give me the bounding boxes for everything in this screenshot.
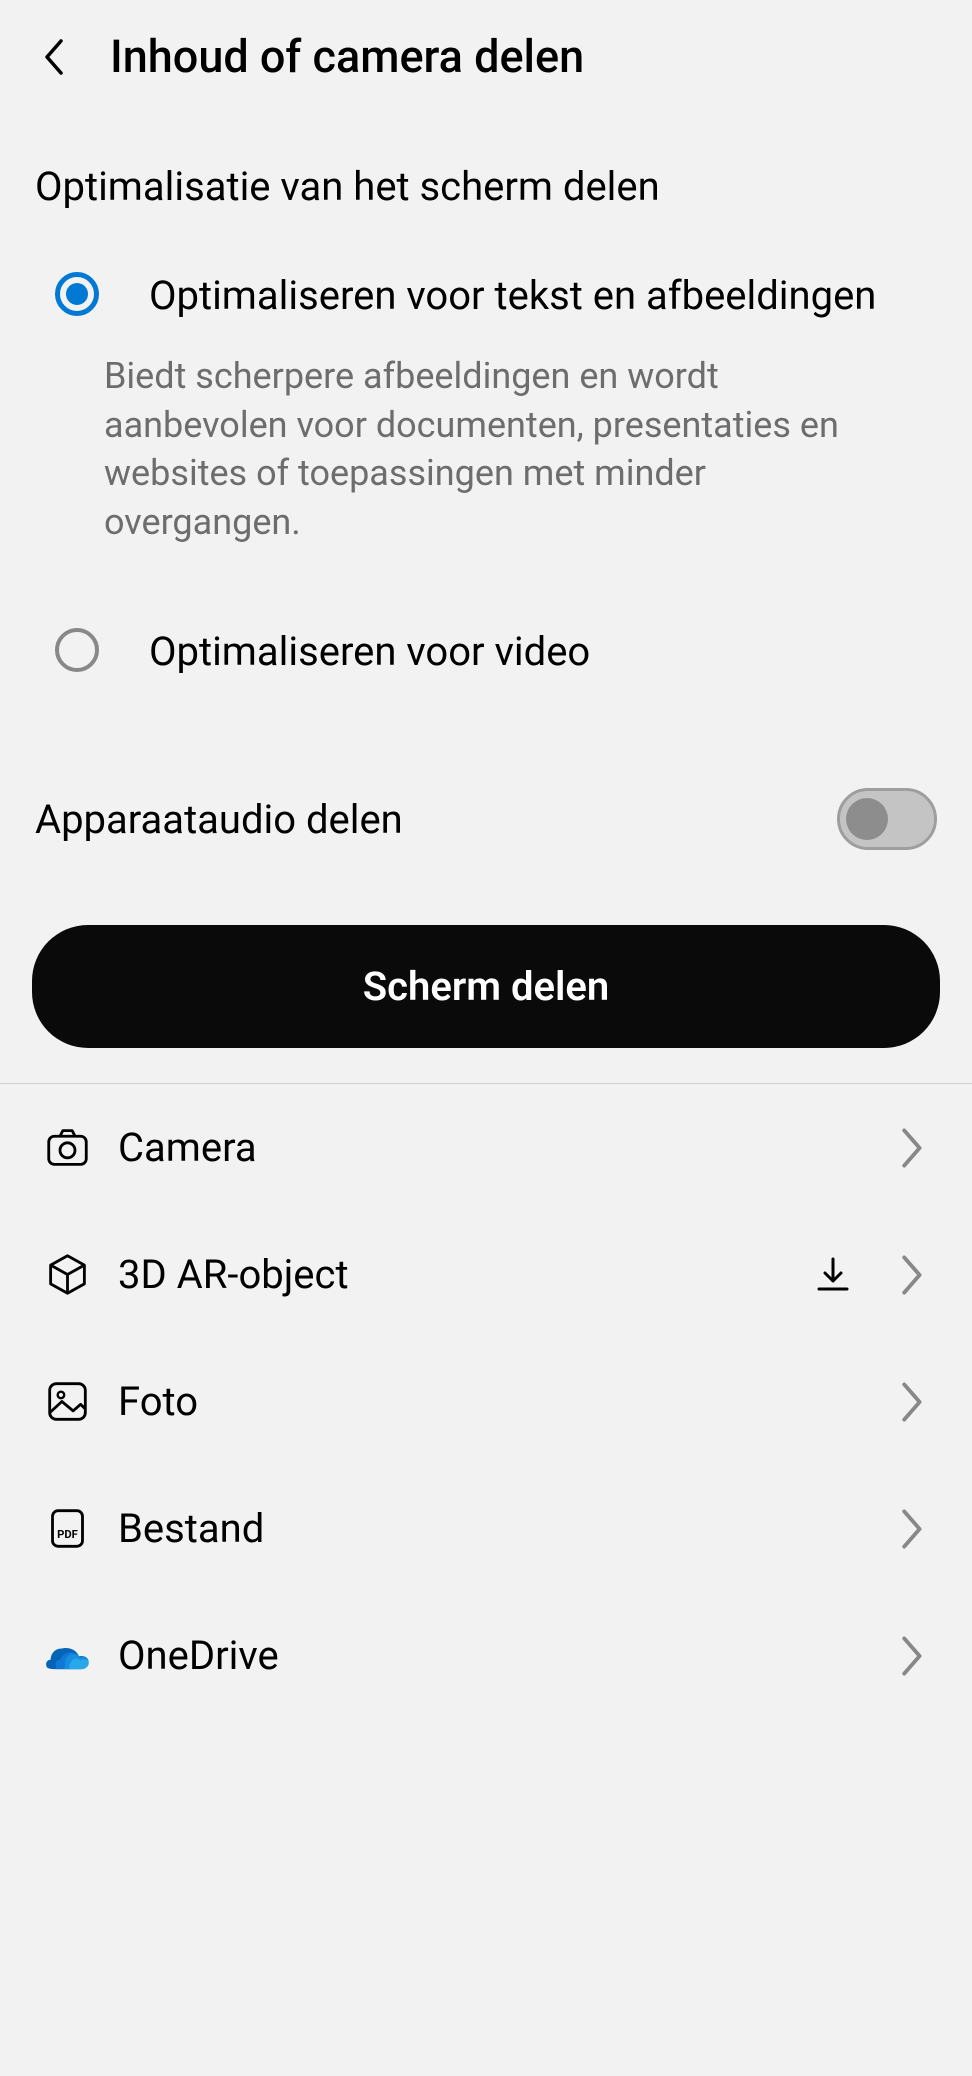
- radio-label: Optimaliseren voor tekst en afbeeldingen: [149, 270, 907, 322]
- radio-checked-icon: [55, 272, 99, 316]
- share-item-label: OneDrive: [118, 1632, 871, 1679]
- chevron-right-icon: [899, 1380, 927, 1424]
- share-item-label: Foto: [118, 1378, 871, 1425]
- toggle-knob: [846, 798, 888, 840]
- radio-option-video[interactable]: Optimaliseren voor video: [55, 626, 937, 678]
- page-title: Inhoud of camera delen: [110, 30, 584, 83]
- share-item-label: Bestand: [118, 1505, 871, 1552]
- share-item-photo[interactable]: Foto: [0, 1338, 972, 1465]
- audio-toggle-switch[interactable]: [837, 788, 937, 850]
- back-button[interactable]: [40, 37, 70, 77]
- share-item-camera[interactable]: Camera: [0, 1084, 972, 1211]
- audio-toggle-label: Apparaataudio delen: [35, 796, 403, 843]
- optimization-radio-group: Optimaliseren voor tekst en afbeeldingen…: [0, 240, 972, 678]
- radio-unchecked-icon: [55, 628, 99, 672]
- chevron-right-icon: [899, 1126, 927, 1170]
- cube-icon: [45, 1252, 90, 1297]
- radio-label: Optimaliseren voor video: [149, 626, 907, 678]
- share-item-label: Camera: [118, 1124, 871, 1171]
- share-item-file[interactable]: PDF Bestand: [0, 1465, 972, 1592]
- file-pdf-icon: PDF: [45, 1506, 90, 1551]
- optimization-section-label: Optimalisatie van het scherm delen: [0, 113, 972, 240]
- share-item-3d-ar[interactable]: 3D AR-object: [0, 1211, 972, 1338]
- onedrive-icon: [45, 1633, 90, 1678]
- share-item-onedrive[interactable]: OneDrive: [0, 1592, 972, 1719]
- photo-icon: [45, 1379, 90, 1424]
- chevron-right-icon: [899, 1634, 927, 1678]
- radio-description: Biedt scherpere afbeeldingen en wordt aa…: [104, 352, 907, 546]
- share-item-label: 3D AR-object: [118, 1251, 782, 1298]
- chevron-right-icon: [899, 1253, 927, 1297]
- download-icon: [810, 1252, 855, 1297]
- chevron-left-icon: [40, 37, 66, 77]
- radio-option-text-images[interactable]: Optimaliseren voor tekst en afbeeldingen…: [55, 270, 937, 546]
- share-options-list: Camera 3D AR-object: [0, 1084, 972, 1719]
- share-screen-button[interactable]: Scherm delen: [32, 925, 940, 1048]
- audio-toggle-row: Apparaataudio delen: [0, 758, 972, 890]
- chevron-right-icon: [899, 1507, 927, 1551]
- header: Inhoud of camera delen: [0, 0, 972, 113]
- svg-text:PDF: PDF: [57, 1528, 78, 1541]
- camera-icon: [45, 1125, 90, 1170]
